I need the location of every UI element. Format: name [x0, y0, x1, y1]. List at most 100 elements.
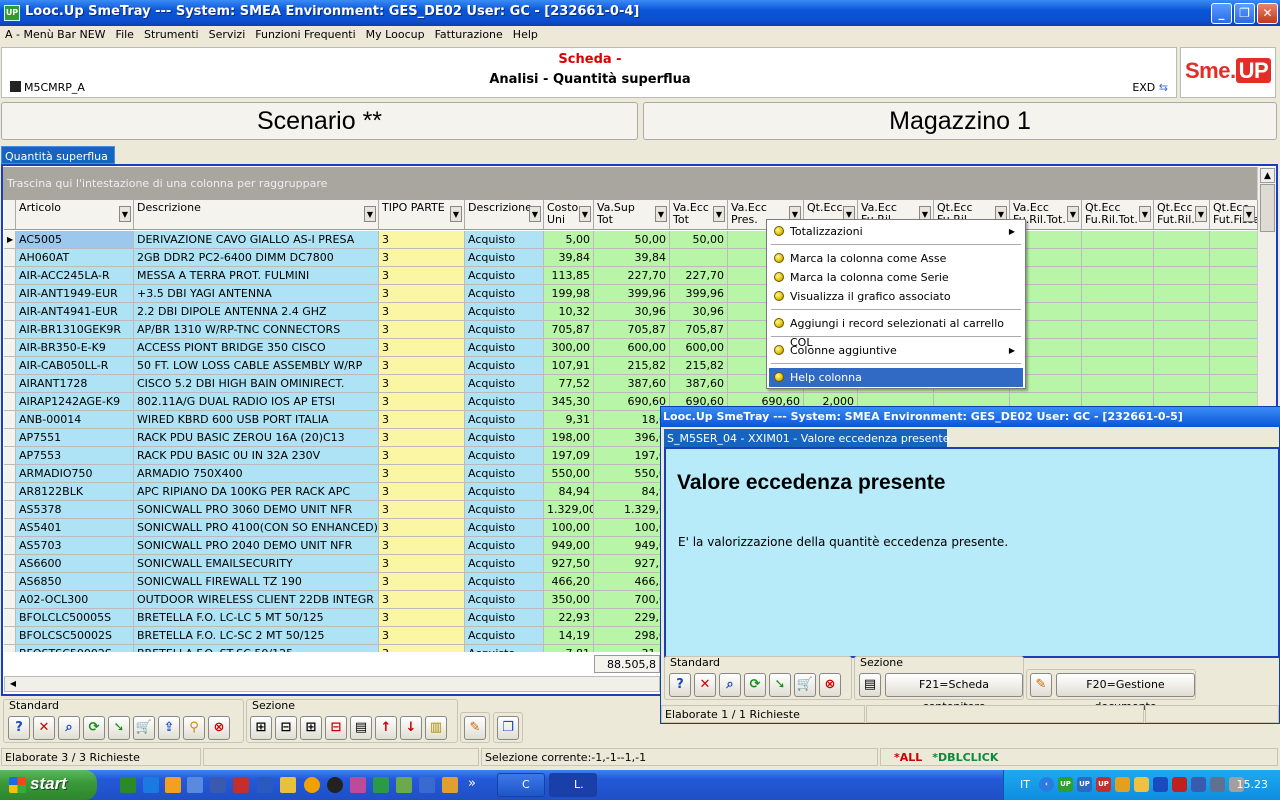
column-filter-icon[interactable]: ▼	[655, 206, 667, 222]
table-cell[interactable]	[1154, 357, 1210, 375]
stop-icon[interactable]: ⊗	[208, 716, 230, 740]
volume-icon[interactable]	[1210, 777, 1225, 792]
table-cell[interactable]: Acquisto	[465, 537, 544, 555]
tray-app-icon[interactable]	[1134, 777, 1149, 792]
table-cell[interactable]: AP7553	[16, 447, 134, 465]
table-cell[interactable]: 30,96	[594, 303, 670, 321]
table-icon[interactable]: ▤	[350, 716, 372, 740]
app-icon[interactable]	[233, 777, 249, 793]
table-cell[interactable]: 300,00	[544, 339, 594, 357]
table-cell[interactable]: ARMADIO 750X400	[134, 465, 379, 483]
table-cell[interactable]: AIR-BR350-E-K9	[16, 339, 134, 357]
table-cell[interactable]: 197,0	[594, 447, 670, 465]
tray-up-icon[interactable]: UP	[1058, 777, 1073, 792]
table-cell[interactable]: 466,20	[544, 573, 594, 591]
clock-icon[interactable]	[304, 777, 320, 793]
start-button[interactable]: start	[0, 770, 97, 800]
excel-icon[interactable]	[373, 777, 389, 793]
table-cell[interactable]: AIR-BR1310GEK9R	[16, 321, 134, 339]
table-cell[interactable]: DERIVAZIONE CAVO GIALLO AS-I PRESA	[134, 231, 379, 249]
table-cell[interactable]: 802.11A/G DUAL RADIO IOS AP ETSI	[134, 393, 379, 411]
table-cell[interactable]: Acquisto	[465, 303, 544, 321]
table-cell[interactable]: 14,19	[544, 627, 594, 645]
table-cell[interactable]: Acquisto	[465, 339, 544, 357]
table-cell[interactable]: 39,84	[544, 249, 594, 267]
table-row[interactable]: AIR-BR350-E-K9 ACCESS PIONT BRIDGE 350 CI…	[4, 339, 1257, 357]
table-cell[interactable]: 77,52	[544, 375, 594, 393]
table-cell[interactable]: 3	[379, 519, 465, 537]
table-row[interactable]: AIR-BR1310GEK9R AP/BR 1310 W/RP-TNC CONNE…	[4, 321, 1257, 339]
edit-icon[interactable]: ✎	[464, 716, 486, 740]
tree-icon[interactable]: ⊞	[250, 716, 272, 740]
column-filter-icon[interactable]: ▼	[529, 206, 541, 222]
table-cell[interactable]: 2.2 DBI DIPOLE ANTENNA 2.4 GHZ	[134, 303, 379, 321]
column-header[interactable]: Qt.Ecc Fut.Fissa ▼	[1210, 200, 1258, 230]
table-cell[interactable]: BFOSTSC50002S	[16, 645, 134, 652]
table-cell[interactable]: 113,85	[544, 267, 594, 285]
table-cell[interactable]: AS5401	[16, 519, 134, 537]
table-cell[interactable]	[1154, 375, 1210, 393]
columns-icon[interactable]: ▥	[425, 716, 447, 740]
column-filter-icon[interactable]: ▼	[364, 206, 376, 222]
table-cell[interactable]: 600,00	[594, 339, 670, 357]
table-cell[interactable]: AS6850	[16, 573, 134, 591]
table-cell[interactable]: 3	[379, 267, 465, 285]
table-cell[interactable]	[1154, 339, 1210, 357]
table-cell[interactable]: ACCESS PIONT BRIDGE 350 CISCO	[134, 339, 379, 357]
column-header[interactable]: Articolo ▼	[16, 200, 134, 230]
table-cell[interactable]	[1210, 267, 1257, 285]
app-icon[interactable]	[257, 777, 273, 793]
table-cell[interactable]: 399,96	[670, 285, 728, 303]
table-cell[interactable]: Acquisto	[465, 645, 544, 652]
table-cell[interactable]: 399,96	[594, 285, 670, 303]
menu-item-marca-serie[interactable]: Marca la colonna come Serie	[769, 268, 1023, 287]
tree-remove-icon[interactable]: ⊟	[325, 716, 347, 740]
table-cell[interactable]: 3	[379, 465, 465, 483]
column-filter-icon[interactable]: ▼	[450, 206, 462, 222]
column-filter-icon[interactable]: ▼	[1067, 206, 1079, 222]
table-cell[interactable]: 3	[379, 429, 465, 447]
table-row[interactable]: AH060AT 2GB DDR2 PC2-6400 DIMM DC7800 3 Acq…	[4, 249, 1257, 267]
table-cell[interactable]: 215,82	[670, 357, 728, 375]
app-icon[interactable]	[396, 777, 412, 793]
table-cell[interactable]: SONICWALL PRO 2040 DEMO UNIT NFR	[134, 537, 379, 555]
table-cell[interactable]: 1.329,00	[544, 501, 594, 519]
table-cell[interactable]: 9,31	[544, 411, 594, 429]
table-row[interactable]: AIR-ACC245LA-R MESSA A TERRA PROT. FULMIN…	[4, 267, 1257, 285]
scheda-contenitore-button[interactable]: F21=Scheda contenitore	[885, 673, 1023, 713]
table-cell[interactable]: 39,84	[594, 249, 670, 267]
table-cell[interactable]: WIRED KBRD 600 USB PORT ITALIA	[134, 411, 379, 429]
table-cell[interactable]	[1082, 375, 1154, 393]
menu-item-help-colonna[interactable]: Help colonna	[769, 368, 1023, 387]
table-cell[interactable]: Acquisto	[465, 429, 544, 447]
table-cell[interactable]: SONICWALL FIREWALL TZ 190	[134, 573, 379, 591]
gestione-documento-button[interactable]: F20=Gestione documento	[1056, 673, 1195, 713]
table-cell[interactable]: 3	[379, 537, 465, 555]
table-cell[interactable]: 84,9	[594, 483, 670, 501]
table-cell[interactable]: AS5703	[16, 537, 134, 555]
table-cell[interactable]: 3	[379, 303, 465, 321]
table-cell[interactable]	[1154, 267, 1210, 285]
table-cell[interactable]: 3	[379, 375, 465, 393]
table-cell[interactable]: 229,3	[594, 609, 670, 627]
column-filter-icon[interactable]: ▼	[713, 206, 725, 222]
tray-up-icon[interactable]: UP	[1077, 777, 1092, 792]
help-icon[interactable]: ?	[8, 716, 30, 740]
maximize-button[interactable]: ❐	[1234, 3, 1255, 24]
table-cell[interactable]: 3	[379, 609, 465, 627]
table-cell[interactable]: 927,50	[544, 555, 594, 573]
table-cell[interactable]: MESSA A TERRA PROT. FULMINI	[134, 267, 379, 285]
table-cell[interactable]: 7,81	[544, 645, 594, 652]
table-cell[interactable]: Acquisto	[465, 321, 544, 339]
table-cell[interactable]	[1082, 339, 1154, 357]
app-icon[interactable]	[419, 777, 435, 793]
magazzino-panel[interactable]: Magazzino 1	[643, 102, 1277, 140]
column-header[interactable]: Descrizione ▼	[465, 200, 544, 230]
menu-item-visualizza-grafico[interactable]: Visualizza il grafico associato	[769, 287, 1023, 306]
table-cell[interactable]: 3	[379, 645, 465, 652]
table-cell[interactable]: OUTDOOR WIRELESS CLIENT 22DB INTEGR	[134, 591, 379, 609]
menu-item-help[interactable]: Help	[508, 26, 543, 43]
table-cell[interactable]: Acquisto	[465, 267, 544, 285]
column-filter-icon[interactable]: ▼	[119, 206, 131, 222]
table-cell[interactable]: 2GB DDR2 PC2-6400 DIMM DC7800	[134, 249, 379, 267]
